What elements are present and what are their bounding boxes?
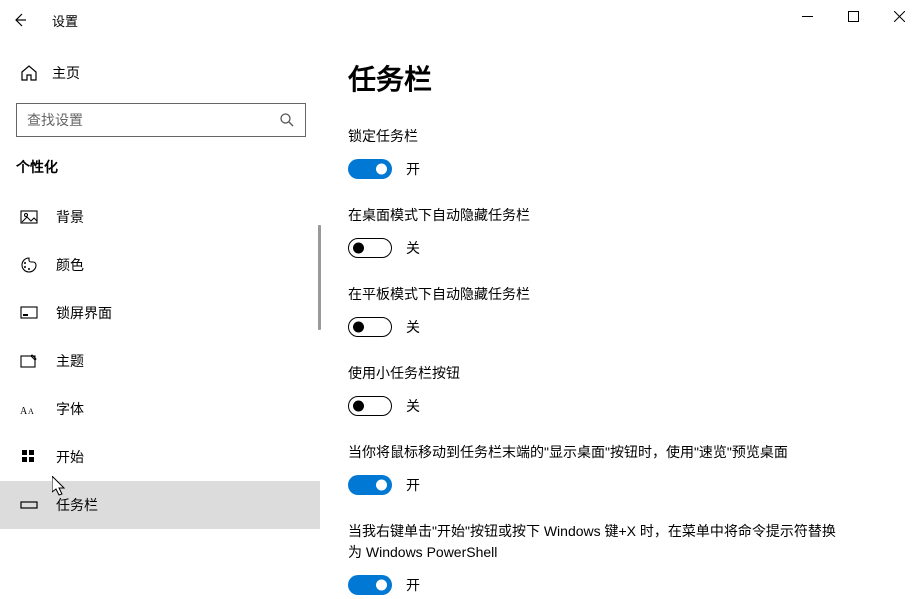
toggle-state: 开 bbox=[406, 575, 420, 595]
toggle-state: 关 bbox=[406, 317, 420, 337]
sidebar-item-taskbar[interactable]: 任务栏 bbox=[0, 481, 320, 529]
home-icon bbox=[20, 64, 38, 82]
taskbar-icon bbox=[20, 496, 38, 514]
toggle-autohide-tablet[interactable] bbox=[348, 317, 392, 337]
theme-icon bbox=[20, 352, 38, 370]
palette-icon bbox=[20, 256, 38, 274]
start-icon bbox=[20, 448, 38, 466]
setting-label: 当我右键单击"开始"按钮或按下 Windows 键+X 时，在菜单中将命令提示符… bbox=[348, 521, 848, 563]
back-button[interactable] bbox=[0, 0, 40, 40]
sidebar-item-lockscreen[interactable]: 锁屏界面 bbox=[0, 289, 320, 337]
sidebar-item-label: 背景 bbox=[56, 207, 84, 227]
home-link[interactable]: 主页 bbox=[16, 55, 320, 91]
toggle-small-buttons[interactable] bbox=[348, 396, 392, 416]
lockscreen-icon bbox=[20, 304, 38, 322]
setting-label: 在桌面模式下自动隐藏任务栏 bbox=[348, 205, 848, 226]
toggle-powershell[interactable] bbox=[348, 575, 392, 595]
toggle-lock-taskbar[interactable] bbox=[348, 159, 392, 179]
sidebar-item-start[interactable]: 开始 bbox=[0, 433, 320, 481]
window-title: 设置 bbox=[52, 11, 78, 30]
search-input-container[interactable] bbox=[16, 103, 306, 137]
sidebar-item-label: 开始 bbox=[56, 447, 84, 467]
sidebar-section-header: 个性化 bbox=[16, 157, 320, 177]
svg-text:A: A bbox=[28, 407, 34, 416]
toggle-state: 开 bbox=[406, 159, 420, 179]
maximize-button[interactable] bbox=[830, 0, 876, 32]
toggle-peek-desktop[interactable] bbox=[348, 475, 392, 495]
sidebar-item-label: 任务栏 bbox=[56, 495, 98, 515]
sidebar-item-background[interactable]: 背景 bbox=[0, 193, 320, 241]
toggle-state: 关 bbox=[406, 396, 420, 416]
back-icon bbox=[12, 12, 28, 28]
toggle-autohide-desktop[interactable] bbox=[348, 238, 392, 258]
sidebar-item-colors[interactable]: 颜色 bbox=[0, 241, 320, 289]
sidebar-item-label: 字体 bbox=[56, 399, 84, 419]
search-input[interactable] bbox=[27, 112, 279, 128]
setting-label: 当你将鼠标移动到任务栏末端的"显示桌面"按钮时，使用"速览"预览桌面 bbox=[348, 442, 848, 463]
maximize-icon bbox=[848, 11, 859, 22]
home-label: 主页 bbox=[52, 63, 80, 83]
setting-label: 在平板模式下自动隐藏任务栏 bbox=[348, 284, 848, 305]
sidebar-item-fonts[interactable]: AA 字体 bbox=[0, 385, 320, 433]
setting-label: 使用小任务栏按钮 bbox=[348, 363, 848, 384]
toggle-state: 开 bbox=[406, 475, 420, 495]
font-icon: AA bbox=[20, 400, 38, 418]
sidebar-item-label: 锁屏界面 bbox=[56, 303, 112, 323]
sidebar-item-themes[interactable]: 主题 bbox=[0, 337, 320, 385]
svg-text:A: A bbox=[20, 406, 28, 417]
close-icon bbox=[894, 11, 905, 22]
sidebar-item-label: 颜色 bbox=[56, 255, 84, 275]
minimize-icon bbox=[802, 11, 813, 22]
image-icon bbox=[20, 208, 38, 226]
page-title: 任务栏 bbox=[348, 58, 894, 98]
toggle-state: 关 bbox=[406, 238, 420, 258]
minimize-button[interactable] bbox=[784, 0, 830, 32]
setting-label: 锁定任务栏 bbox=[348, 126, 848, 147]
close-button[interactable] bbox=[876, 0, 922, 32]
sidebar-item-label: 主题 bbox=[56, 351, 84, 371]
search-icon bbox=[279, 112, 295, 128]
